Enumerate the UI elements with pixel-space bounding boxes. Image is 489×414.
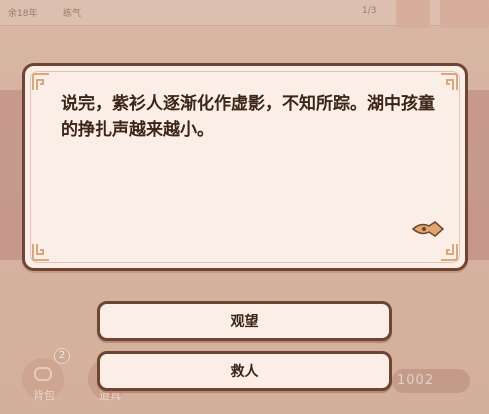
page-indicator: 1/3 [362, 6, 377, 16]
story-dialog: 说完，紫衫人逐渐化作虚影，不知所踪。湖中孩童的挣扎声越来越小。 [22, 63, 468, 271]
top-scroll-button[interactable] [440, 0, 489, 28]
choice-watch-button[interactable]: 观望 [97, 301, 392, 341]
top-menu-button[interactable] [396, 0, 430, 28]
top-status-bar: 余18年 练气 1/3 [0, 0, 440, 26]
corner-ornament-icon [31, 72, 53, 92]
dialog-text: 说完，紫衫人逐渐化作虚影，不知所踪。湖中孩童的挣扎声越来越小。 [61, 94, 435, 140]
backpack-label: 背包 [33, 389, 55, 402]
right-pillar-decoration [467, 90, 489, 260]
next-arrow-icon[interactable] [411, 220, 445, 238]
corner-ornament-icon [437, 242, 459, 262]
cultivation-level: 练气 [63, 9, 82, 19]
left-pillar-decoration [0, 90, 22, 260]
coin-value: 1002 [397, 373, 435, 388]
choice-rescue-button[interactable]: 救人 [97, 351, 392, 391]
corner-ornament-icon [31, 242, 53, 262]
backpack-icon [34, 367, 52, 381]
age-remaining: 余18年 [8, 9, 38, 19]
corner-ornament-icon [437, 72, 459, 92]
backpack-count-badge: 2 [54, 348, 70, 364]
